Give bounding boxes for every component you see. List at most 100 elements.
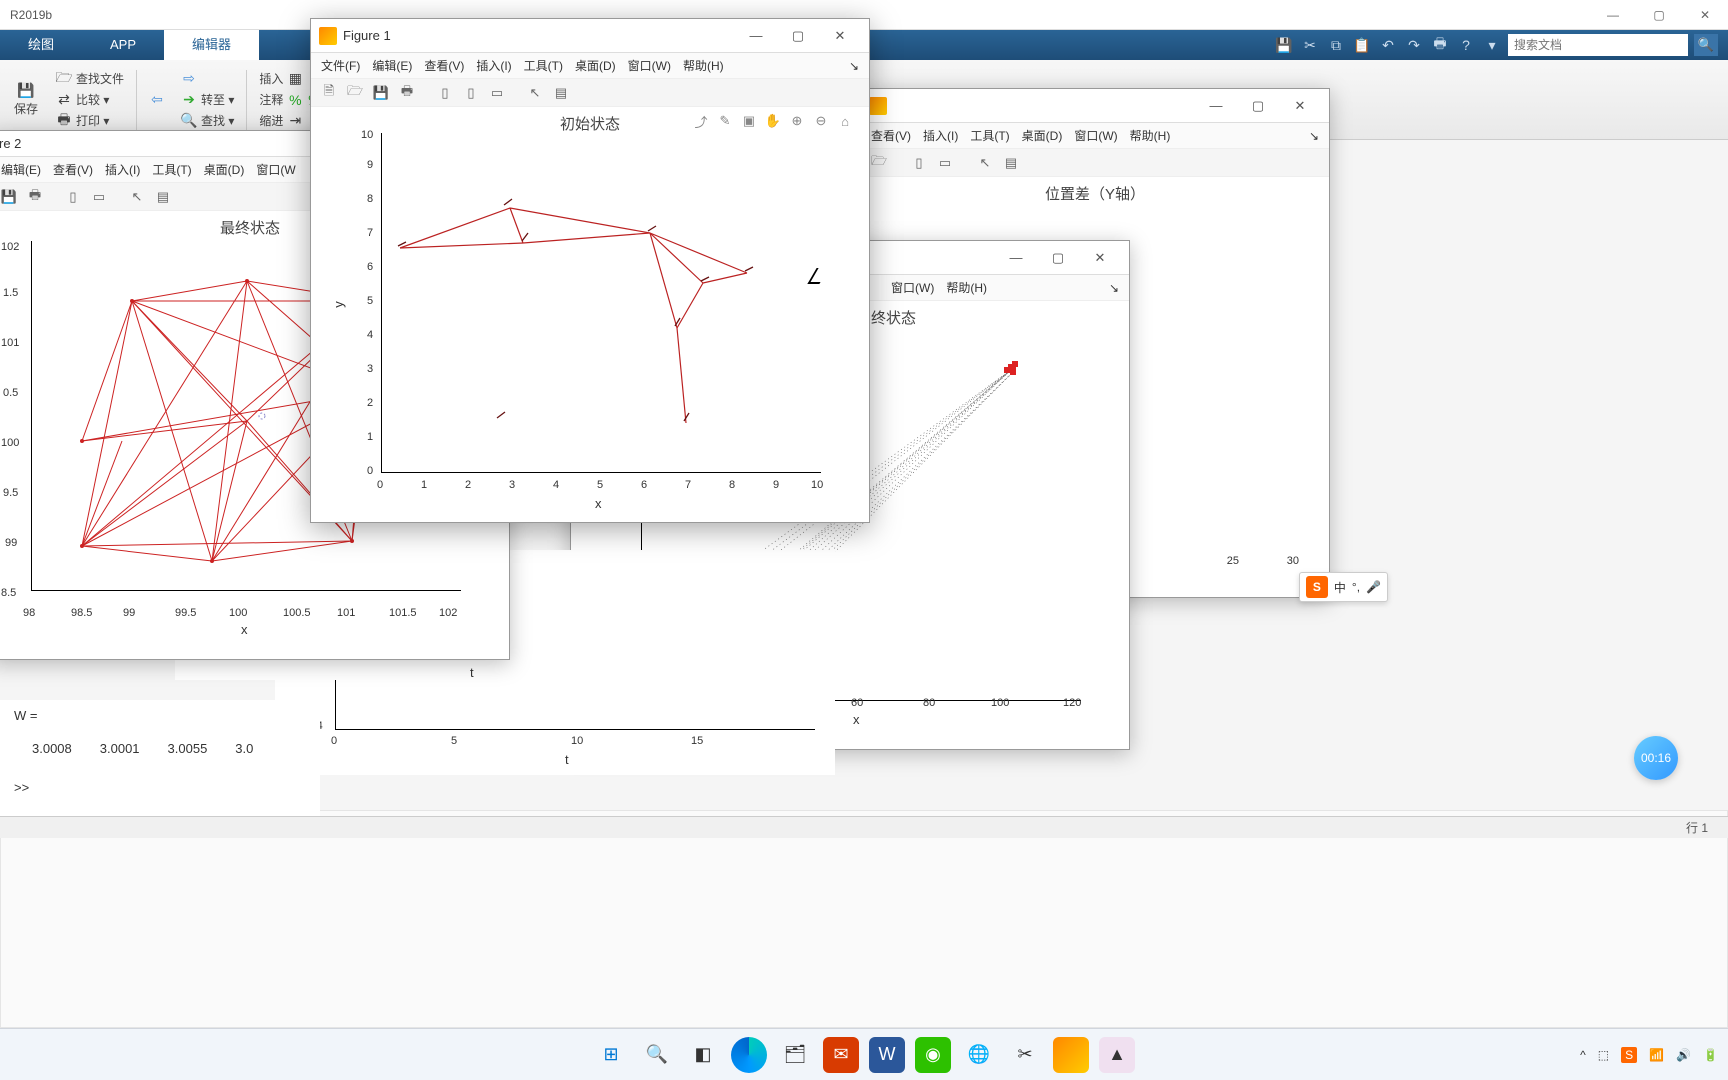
minimize-button[interactable]: — bbox=[1590, 0, 1636, 30]
snip-icon[interactable]: ✂ bbox=[1007, 1037, 1043, 1073]
tab-plot[interactable]: 绘图 bbox=[0, 30, 82, 60]
find-button[interactable]: 🔍查找 ▾ bbox=[177, 111, 238, 130]
edge-icon[interactable] bbox=[731, 1037, 767, 1073]
pointer-icon[interactable]: ↖ bbox=[127, 187, 147, 207]
chevron-up-icon[interactable]: ^ bbox=[1580, 1048, 1586, 1062]
menu-edit[interactable]: 编辑(E) bbox=[372, 57, 412, 74]
copy-icon[interactable]: ⧉ bbox=[1326, 35, 1346, 55]
maximize-button[interactable]: ▢ bbox=[777, 21, 819, 51]
new-icon[interactable]: 🗎 bbox=[319, 83, 339, 103]
menu-tools[interactable]: 工具(T) bbox=[970, 127, 1009, 144]
nav-back-button[interactable]: ⇦ bbox=[145, 91, 169, 109]
layout2-icon[interactable]: ▭ bbox=[935, 153, 955, 173]
menu-view[interactable]: 查看(V) bbox=[871, 127, 911, 144]
save-icon[interactable]: 💾 bbox=[1274, 35, 1294, 55]
taskview-button[interactable]: ◧ bbox=[685, 1037, 721, 1073]
start-button[interactable]: ⊞ bbox=[593, 1037, 629, 1073]
menu-insert[interactable]: 插入(I) bbox=[105, 161, 140, 178]
pct-icon[interactable]: % bbox=[287, 92, 303, 108]
inspector-icon[interactable]: ▤ bbox=[1001, 153, 1021, 173]
paste-icon[interactable]: 📋 bbox=[1352, 35, 1372, 55]
menu-window[interactable]: 窗口(W) bbox=[628, 57, 671, 74]
open-icon[interactable]: 🗁 bbox=[345, 83, 365, 103]
brush-icon[interactable]: ✎ bbox=[715, 111, 735, 131]
dock-icon[interactable]: ↘ bbox=[1109, 281, 1119, 295]
pointer-icon[interactable]: ↖ bbox=[525, 83, 545, 103]
dock-icon[interactable]: ↘ bbox=[849, 59, 859, 73]
save-icon[interactable]: 💾 bbox=[371, 83, 391, 103]
tray-icon[interactable]: ⬚ bbox=[1598, 1048, 1609, 1062]
indent-icon[interactable]: ⇥ bbox=[287, 113, 303, 129]
menu-help[interactable]: 帮助(H) bbox=[1130, 127, 1171, 144]
maximize-button[interactable]: ▢ bbox=[1636, 0, 1682, 30]
inspector-icon[interactable]: ▤ bbox=[153, 187, 173, 207]
undo-icon[interactable]: ↶ bbox=[1378, 35, 1398, 55]
mic-icon[interactable]: 🎤 bbox=[1366, 580, 1381, 594]
search-input[interactable] bbox=[1508, 34, 1688, 56]
command-window[interactable]: W = 3.0008 3.0001 3.0055 3.0 >> bbox=[0, 700, 320, 820]
print-icon[interactable]: 🖶 bbox=[25, 187, 45, 207]
layout1-icon[interactable]: ▯ bbox=[909, 153, 929, 173]
home-icon[interactable]: ⌂ bbox=[835, 111, 855, 131]
save-button[interactable]: 💾 保存 bbox=[8, 82, 44, 117]
layout1-icon[interactable]: ▯ bbox=[63, 187, 83, 207]
help-icon[interactable]: ? bbox=[1456, 35, 1476, 55]
tab-app[interactable]: APP bbox=[82, 30, 164, 60]
minimize-button[interactable]: — bbox=[1195, 91, 1237, 121]
export-icon[interactable]: ⤴ bbox=[691, 111, 711, 131]
close-button[interactable]: ✕ bbox=[1279, 91, 1321, 121]
section-icon[interactable]: ▦ bbox=[287, 71, 303, 87]
goto-button[interactable]: ➔转至 ▾ bbox=[177, 90, 238, 109]
menu-file[interactable]: 文件(F) bbox=[321, 57, 360, 74]
more-icon[interactable]: ▾ bbox=[1482, 35, 1502, 55]
layout2-icon[interactable]: ▭ bbox=[89, 187, 109, 207]
pointer-icon[interactable]: ↖ bbox=[975, 153, 995, 173]
menu-window[interactable]: 窗口(W) bbox=[891, 279, 934, 296]
layout2-icon[interactable]: ▯ bbox=[461, 83, 481, 103]
close-button[interactable]: ✕ bbox=[1682, 0, 1728, 30]
compare-button[interactable]: ⇄比较 ▾ bbox=[52, 90, 128, 109]
search-button[interactable]: 🔍 bbox=[1694, 34, 1718, 56]
pan-icon[interactable]: ✋ bbox=[763, 111, 783, 131]
menu-edit[interactable]: 编辑(E) bbox=[1, 161, 41, 178]
volume-icon[interactable]: 🔊 bbox=[1676, 1048, 1691, 1062]
inspector-icon[interactable]: ▤ bbox=[551, 83, 571, 103]
battery-icon[interactable]: 🔋 bbox=[1703, 1048, 1718, 1062]
wifi-icon[interactable]: 📶 bbox=[1649, 1048, 1664, 1062]
datatip-icon[interactable]: ▣ bbox=[739, 111, 759, 131]
close-button[interactable]: ✕ bbox=[1079, 243, 1121, 273]
tab-editor[interactable]: 编辑器 bbox=[164, 30, 259, 60]
sogou-tray-icon[interactable]: S bbox=[1621, 1047, 1637, 1063]
explorer-icon[interactable]: 🗂 bbox=[777, 1037, 813, 1073]
ime-indicator[interactable]: S 中 °, 🎤 bbox=[1299, 572, 1388, 602]
menu-tools[interactable]: 工具(T) bbox=[152, 161, 191, 178]
menu-insert[interactable]: 插入(I) bbox=[476, 57, 511, 74]
menu-desktop[interactable]: 桌面(D) bbox=[575, 57, 616, 74]
matlab-icon[interactable] bbox=[1053, 1037, 1089, 1073]
layout1-icon[interactable]: ▯ bbox=[435, 83, 455, 103]
wechat-icon[interactable]: ◉ bbox=[915, 1037, 951, 1073]
menu-view[interactable]: 查看(V) bbox=[53, 161, 93, 178]
cut-icon[interactable]: ✂ bbox=[1300, 35, 1320, 55]
close-button[interactable]: ✕ bbox=[819, 21, 861, 51]
app-icon[interactable]: ▲ bbox=[1099, 1037, 1135, 1073]
zoomout-icon[interactable]: ⊖ bbox=[811, 111, 831, 131]
recording-timer[interactable]: 00:16 bbox=[1634, 736, 1678, 780]
zoomin-icon[interactable]: ⊕ bbox=[787, 111, 807, 131]
menu-insert[interactable]: 插入(I) bbox=[923, 127, 958, 144]
maximize-button[interactable]: ▢ bbox=[1237, 91, 1279, 121]
print-icon[interactable]: 🖶 bbox=[1430, 35, 1450, 55]
system-tray[interactable]: ^ ⬚ S 📶 🔊 🔋 bbox=[1580, 1047, 1718, 1063]
minimize-button[interactable]: — bbox=[995, 243, 1037, 273]
maximize-button[interactable]: ▢ bbox=[1037, 243, 1079, 273]
menu-help[interactable]: 帮助(H) bbox=[946, 279, 987, 296]
findfiles-button[interactable]: 🗁查找文件 bbox=[52, 69, 128, 88]
search-button[interactable]: 🔍 bbox=[639, 1037, 675, 1073]
dock-icon[interactable]: ↘ bbox=[1309, 129, 1319, 143]
nav-fwd-button[interactable]: ⇨ bbox=[177, 70, 238, 88]
word-icon[interactable]: W bbox=[869, 1037, 905, 1073]
save-icon[interactable]: 💾 bbox=[0, 187, 19, 207]
open-icon[interactable]: 🗁 bbox=[869, 153, 889, 173]
menu-desktop[interactable]: 桌面(D) bbox=[204, 161, 245, 178]
menu-desktop[interactable]: 桌面(D) bbox=[1022, 127, 1063, 144]
